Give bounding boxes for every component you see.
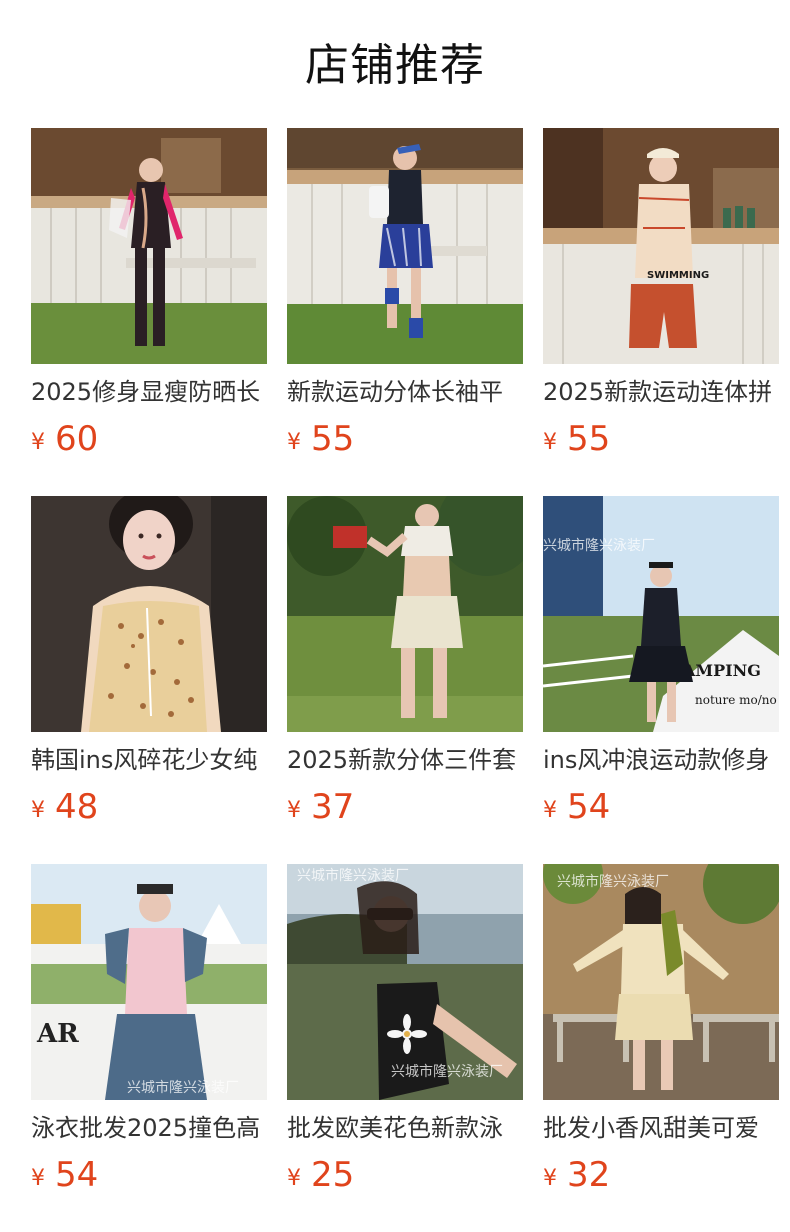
currency-symbol: ¥ <box>31 1166 45 1191</box>
product-image[interactable] <box>287 128 523 364</box>
ar-text: AR <box>36 1019 79 1049</box>
product-card[interactable]: AR 兴城市隆兴泳装厂 泳衣批发2025撞色高 ¥54 <box>31 864 267 1204</box>
product-image[interactable] <box>31 128 267 364</box>
currency-symbol: ¥ <box>543 798 557 823</box>
product-photo-icon: AMPING noture mo/no 兴城市隆兴泳装厂 <box>543 496 779 732</box>
watermark-text: 兴城市隆兴泳装厂 <box>557 873 669 890</box>
product-card[interactable]: 韩国ins风碎花少女纯 ¥48 <box>31 496 267 836</box>
currency-symbol: ¥ <box>543 1166 557 1191</box>
product-photo-icon <box>287 496 523 732</box>
product-price: ¥54 <box>31 1153 98 1197</box>
product-name[interactable]: 2025修身显瘦防晒长 <box>31 375 267 409</box>
product-image[interactable] <box>31 496 267 732</box>
currency-symbol: ¥ <box>287 1166 301 1191</box>
product-card[interactable]: 兴城市隆兴泳装厂 批发小香风甜美可爱 ¥32 <box>543 864 779 1204</box>
product-price: ¥32 <box>543 1153 610 1197</box>
product-card[interactable]: 2025新款分体三件套 ¥37 <box>287 496 523 836</box>
product-photo-icon: SWIMMING <box>543 128 779 364</box>
product-name[interactable]: 批发小香风甜美可爱 <box>543 1111 779 1145</box>
price-value: 25 <box>311 1155 355 1195</box>
product-name[interactable]: ins风冲浪运动款修身 <box>543 743 779 777</box>
product-card[interactable]: SWIMMING 2025新款运动连体拼 ¥55 <box>543 128 779 468</box>
watermark-text: 兴城市隆兴泳装厂 <box>297 867 409 884</box>
product-name[interactable]: 新款运动分体长袖平 <box>287 375 523 409</box>
currency-symbol: ¥ <box>31 798 45 823</box>
product-image[interactable] <box>287 496 523 732</box>
product-price: ¥48 <box>31 785 98 829</box>
product-image[interactable]: AR 兴城市隆兴泳装厂 <box>31 864 267 1100</box>
product-price: ¥37 <box>287 785 354 829</box>
product-image[interactable]: SWIMMING <box>543 128 779 364</box>
currency-symbol: ¥ <box>287 798 301 823</box>
price-value: 55 <box>567 419 611 459</box>
product-photo-icon <box>31 496 267 732</box>
product-card[interactable]: 新款运动分体长袖平 ¥55 <box>287 128 523 468</box>
product-card[interactable]: 兴城市隆兴泳装厂 兴城市隆兴泳装厂 批发欧美花色新款泳 ¥25 <box>287 864 523 1204</box>
price-value: 54 <box>55 1155 99 1195</box>
product-card[interactable]: AMPING noture mo/no 兴城市隆兴泳装厂 ins风冲浪运动款修身… <box>543 496 779 836</box>
product-name[interactable]: 韩国ins风碎花少女纯 <box>31 743 267 777</box>
product-price: ¥60 <box>31 417 98 461</box>
currency-symbol: ¥ <box>543 430 557 455</box>
camping-text: AMPING <box>682 661 761 680</box>
product-photo-icon: AR 兴城市隆兴泳装厂 <box>31 864 267 1100</box>
product-price: ¥25 <box>287 1153 354 1197</box>
product-image[interactable]: 兴城市隆兴泳装厂 <box>543 864 779 1100</box>
product-image[interactable]: 兴城市隆兴泳装厂 兴城市隆兴泳装厂 <box>287 864 523 1100</box>
product-price: ¥55 <box>287 417 354 461</box>
price-value: 55 <box>311 419 355 459</box>
currency-symbol: ¥ <box>287 430 301 455</box>
product-price: ¥55 <box>543 417 610 461</box>
product-name[interactable]: 2025新款分体三件套 <box>287 743 523 777</box>
watermark-text: 兴城市隆兴泳装厂 <box>391 1063 503 1080</box>
nature-text: noture mo/no <box>695 693 777 707</box>
page-title: 店铺推荐 <box>305 40 485 91</box>
price-value: 54 <box>567 787 611 827</box>
product-card[interactable]: 2025修身显瘦防晒长 ¥60 <box>31 128 267 468</box>
product-photo-icon <box>287 128 523 364</box>
product-photo-icon: 兴城市隆兴泳装厂 <box>543 864 779 1100</box>
watermark-text: 兴城市隆兴泳装厂 <box>543 537 655 554</box>
product-photo-icon <box>31 128 267 364</box>
product-photo-icon: 兴城市隆兴泳装厂 兴城市隆兴泳装厂 <box>287 864 523 1100</box>
recommended-shop-page: 店铺推荐 2025修身显瘦防晒长 ¥ 60 新款运动分体长袖平 ¥ 55 SWI… <box>0 0 790 1232</box>
price-value: 48 <box>55 787 99 827</box>
swimming-text: SWIMMING <box>647 270 709 281</box>
price-value: 60 <box>55 419 99 459</box>
product-price: ¥54 <box>543 785 610 829</box>
product-name[interactable]: 批发欧美花色新款泳 <box>287 1111 523 1145</box>
product-image[interactable]: AMPING noture mo/no 兴城市隆兴泳装厂 <box>543 496 779 732</box>
product-name[interactable]: 泳衣批发2025撞色高 <box>31 1111 267 1145</box>
product-name[interactable]: 2025新款运动连体拼 <box>543 375 779 409</box>
price-value: 32 <box>567 1155 611 1195</box>
price-value: 37 <box>311 787 355 827</box>
currency-symbol: ¥ <box>31 430 45 455</box>
watermark-text: 兴城市隆兴泳装厂 <box>127 1079 239 1096</box>
